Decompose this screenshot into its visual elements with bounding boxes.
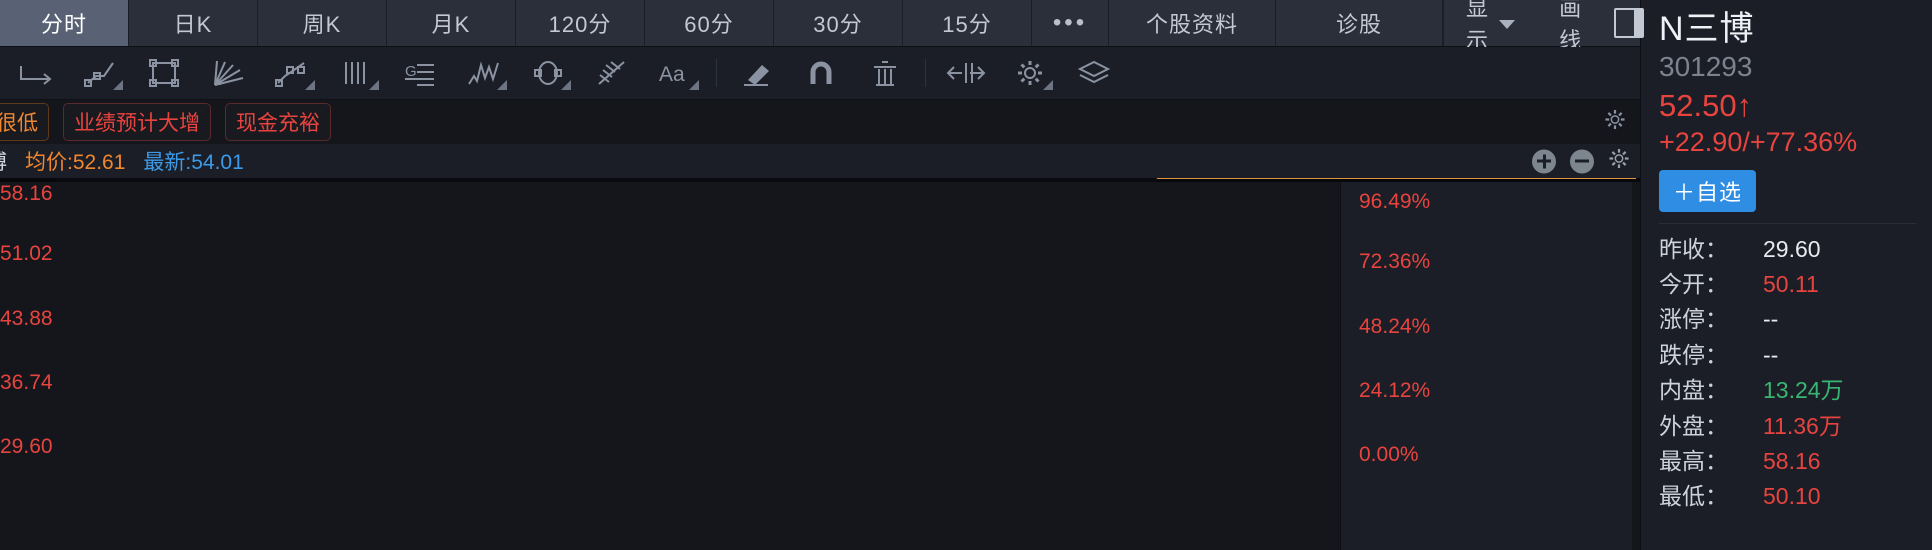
quote-stat-value: 50.10 [1763, 483, 1821, 510]
chevron-down-icon [1499, 20, 1516, 29]
drawline-menu[interactable]: 画线 [1537, 0, 1613, 53]
side-panel-toggle[interactable] [1613, 0, 1646, 46]
zoom-out-icon[interactable] [1570, 149, 1594, 173]
y-axis-right-tick: 0.00% [1340, 435, 1632, 550]
stock-chart-app: 分时 日K 周K 月K 120分 60分 30分 15分 ••• 个股资料 诊股… [0, 0, 1932, 550]
stock-code: 301293 [1659, 50, 1753, 82]
tabbar-right-tools: 显示 画线 [1444, 0, 1646, 53]
chevron-down-icon [369, 80, 379, 90]
panel-divider [1659, 222, 1916, 224]
current-price: 52.50↑ [1659, 87, 1753, 123]
tag-earnings-growth[interactable]: 业绩预计大增 [63, 103, 211, 141]
tab-15min[interactable]: 15分 [903, 0, 1032, 46]
arrow-line-icon[interactable] [4, 47, 68, 99]
chart-region: 分时 日K 周K 月K 120分 60分 30分 15分 ••• 个股资料 诊股… [0, 0, 1645, 550]
zoom-in-icon[interactable] [1532, 149, 1556, 173]
tab-month-k[interactable]: 月K [387, 0, 516, 46]
tab-more-periods[interactable]: ••• [1032, 0, 1109, 46]
tab-30min[interactable]: 30分 [774, 0, 903, 46]
chart-info-bar: 博 均价:52.61 最新:54.01 [0, 144, 1640, 178]
side-panel-icon [1614, 8, 1645, 38]
tag-low-debt[interactable]: 债很低 [0, 103, 49, 141]
gear-icon[interactable] [1604, 109, 1626, 136]
price-change: +22.90/+77.36% [1659, 126, 1858, 157]
quote-stat-value: -- [1763, 341, 1779, 368]
chevron-down-icon [1043, 80, 1053, 90]
quote-stat-value: 29.60 [1763, 235, 1821, 262]
quote-stat-value: 58.16 [1763, 447, 1821, 474]
quote-stat-key: 最低： [1659, 483, 1728, 510]
drawing-toolbar: G Aa [0, 47, 1640, 100]
add-to-watchlist-button[interactable]: ＋自选 [1659, 169, 1757, 212]
polyline-icon[interactable] [260, 47, 324, 99]
quote-stat-value: 13.24万 [1763, 377, 1844, 404]
quote-stat-key: 昨收： [1659, 235, 1728, 262]
quote-stat-row: 昨收： 29.60 [1659, 232, 1932, 267]
quote-stat-row: 最低： 50.10 [1659, 479, 1932, 514]
ellipse-icon[interactable] [516, 47, 580, 99]
quote-stat-value: 50.11 [1763, 270, 1819, 297]
quote-stat-key: 内盘： [1659, 377, 1728, 404]
gear-icon[interactable] [998, 47, 1062, 99]
magnet-icon[interactable] [789, 47, 853, 99]
stock-tag-row: 债很低 业绩预计大增 现金充裕 [0, 100, 1640, 144]
svg-text:Aa: Aa [659, 63, 685, 86]
chevron-down-icon [561, 80, 571, 90]
period-tabbar: 分时 日K 周K 月K 120分 60分 30分 15分 ••• 个股资料 诊股… [0, 0, 1645, 53]
ladder-icon[interactable] [580, 47, 644, 99]
rectangle-icon[interactable] [132, 47, 196, 99]
info-last-price: 最新:54.01 [143, 151, 244, 174]
quote-panel: N三博 301293 52.50↑ +22.90/+77.36% ＋自选 昨收：… [1640, 0, 1932, 550]
intraday-chart[interactable]: 58.16 51.02 43.88 36.74 29.60 96.49% 72.… [0, 178, 1640, 550]
tab-120min[interactable]: 120分 [516, 0, 645, 46]
quote-stat-row: 内盘： 13.24万 [1659, 373, 1932, 408]
toolbar-divider [716, 59, 717, 87]
chevron-down-icon [689, 80, 699, 90]
segment-line-icon[interactable] [68, 47, 132, 99]
quote-stat-row: 外盘： 11.36万 [1659, 409, 1932, 444]
quote-stat-key: 跌停： [1659, 341, 1728, 368]
info-avg-price: 均价:52.61 [25, 151, 126, 174]
parallel-lines-icon[interactable] [324, 47, 388, 99]
quote-stat-row: 今开： 50.11 [1659, 267, 1932, 302]
chart-info-buttons [1532, 148, 1630, 175]
quote-stat-value: -- [1763, 306, 1779, 333]
display-menu[interactable]: 显示 [1444, 0, 1537, 53]
quote-stat-row: 涨停： -- [1659, 302, 1932, 337]
gear-icon[interactable] [1608, 148, 1630, 175]
info-stock-name: 博 [0, 146, 7, 176]
tab-60min[interactable]: 60分 [645, 0, 774, 46]
svg-text:G: G [405, 63, 417, 80]
quote-stat-key: 最高： [1659, 447, 1728, 474]
quote-stats-list: 昨收： 29.60 今开： 50.11 涨停： -- 跌停： -- 内盘： 13.24万外盘： 11… [1659, 232, 1932, 515]
chevron-down-icon [305, 80, 315, 90]
toolbar-divider [925, 59, 926, 87]
eraser-icon[interactable] [725, 47, 789, 99]
chevron-down-icon [113, 80, 123, 90]
quote-stat-value: 11.36万 [1763, 412, 1842, 439]
text-lines-icon[interactable]: G [388, 47, 452, 99]
tab-diagnose-stock[interactable]: 诊股 [1276, 0, 1443, 46]
quote-stat-row: 最高： 58.16 [1659, 444, 1932, 479]
layers-icon[interactable] [1062, 47, 1126, 99]
zigzag-wave-icon[interactable] [452, 47, 516, 99]
quote-stat-row: 跌停： -- [1659, 338, 1932, 373]
quote-stat-key: 今开： [1659, 270, 1728, 297]
chevron-down-icon [497, 80, 507, 90]
text-aa-icon[interactable]: Aa [644, 47, 708, 99]
quote-stat-key: 涨停： [1659, 306, 1728, 333]
tab-day-k[interactable]: 日K [129, 0, 258, 46]
tab-stock-info[interactable]: 个股资料 [1109, 0, 1276, 46]
tag-cash-rich[interactable]: 现金充裕 [225, 103, 331, 141]
measure-icon[interactable] [934, 47, 998, 99]
trash-icon[interactable] [853, 47, 917, 99]
quote-stat-key: 外盘： [1659, 412, 1728, 439]
tab-week-k[interactable]: 周K [258, 0, 387, 46]
tab-fenshi[interactable]: 分时 [0, 0, 129, 46]
stock-name: N三博 [1659, 10, 1755, 48]
fan-lines-icon[interactable] [196, 47, 260, 99]
